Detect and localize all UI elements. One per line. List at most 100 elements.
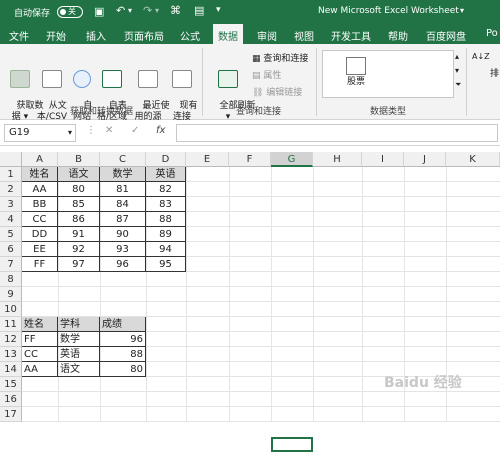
table1-header-cell[interactable]: 语文 [58, 167, 100, 182]
name-box[interactable]: G19 ▾ [4, 124, 76, 142]
table2-header-cell[interactable]: 姓名 [22, 317, 58, 332]
tab-insert[interactable]: 插入 [86, 28, 106, 43]
queries-connections-button[interactable]: ▦ 查询和连接 [252, 51, 308, 64]
tab-page-layout[interactable]: 页面布局 [124, 28, 164, 43]
row-header-6[interactable]: 6 [0, 242, 22, 257]
table1-cell[interactable]: 95 [146, 257, 186, 272]
tab-view[interactable]: 视图 [294, 28, 314, 43]
row-header-7[interactable]: 7 [0, 257, 22, 272]
table1-header-cell[interactable]: 英语 [146, 167, 186, 182]
row-header-3[interactable]: 3 [0, 197, 22, 212]
format-painter-icon[interactable]: ⌘ [170, 4, 181, 17]
undo-dropdown-icon[interactable]: ▾ [128, 6, 132, 15]
table1-cell[interactable]: 84 [100, 197, 146, 212]
tab-formulas[interactable]: 公式 [180, 28, 200, 43]
row-header-1[interactable]: 1 [0, 167, 22, 182]
table1-cell[interactable]: 93 [100, 242, 146, 257]
column-header-i[interactable]: I [362, 152, 404, 167]
undo-icon[interactable]: ↶ [116, 4, 125, 17]
table2-cell[interactable]: 数学 [58, 332, 100, 347]
column-header-b[interactable]: B [58, 152, 100, 167]
table1-cell[interactable]: 85 [58, 197, 100, 212]
redo-dropdown-icon[interactable]: ▾ [155, 6, 159, 15]
table1-cell[interactable]: 88 [146, 212, 186, 227]
edit-links-button[interactable]: ⛓ 编辑链接 [252, 85, 302, 98]
active-cell-highlight[interactable] [271, 437, 313, 452]
table2-header-cell[interactable]: 学科 [58, 317, 100, 332]
tab-review[interactable]: 审阅 [257, 28, 277, 43]
table1-cell[interactable]: 91 [58, 227, 100, 242]
enter-icon[interactable]: ✓ [131, 125, 139, 136]
row-header-15[interactable]: 15 [0, 377, 22, 392]
row-header-12[interactable]: 12 [0, 332, 22, 347]
table1-cell[interactable]: AA [22, 182, 58, 197]
table2-cell[interactable]: 英语 [58, 347, 100, 362]
table1-header-cell[interactable]: 姓名 [22, 167, 58, 182]
tab-help[interactable]: 帮助 [388, 28, 408, 43]
properties-button[interactable]: ▤ 属性 [252, 68, 281, 81]
select-all-corner[interactable] [0, 152, 22, 167]
column-header-h[interactable]: H [313, 152, 362, 167]
row-header-11[interactable]: 11 [0, 317, 22, 332]
table1-cell[interactable]: 96 [100, 257, 146, 272]
row-header-10[interactable]: 10 [0, 302, 22, 317]
table2-cell[interactable]: 96 [100, 332, 146, 347]
table1-cell[interactable]: DD [22, 227, 58, 242]
sort-az-button[interactable]: A↓Z [472, 52, 490, 61]
row-header-4[interactable]: 4 [0, 212, 22, 227]
column-header-j[interactable]: J [404, 152, 446, 167]
table2-header-cell[interactable]: 成绩 [100, 317, 146, 332]
stock-button[interactable]: 股票 [339, 57, 373, 88]
table1-cell[interactable]: 90 [100, 227, 146, 242]
table1-cell[interactable]: 97 [58, 257, 100, 272]
table1-cell[interactable]: FF [22, 257, 58, 272]
tab-developer[interactable]: 开发工具 [331, 28, 371, 43]
row-header-2[interactable]: 2 [0, 182, 22, 197]
gallery-down-icon[interactable]: ▾ [455, 66, 459, 75]
cancel-icon[interactable]: ✕ [105, 125, 113, 136]
print-preview-icon[interactable]: ▤ [194, 4, 204, 17]
row-header-8[interactable]: 8 [0, 272, 22, 287]
title-dropdown-icon[interactable]: ▾ [460, 6, 464, 15]
table1-cell[interactable]: BB [22, 197, 58, 212]
customize-dropdown-icon[interactable]: ▾ [216, 5, 221, 15]
table2-cell[interactable]: AA [22, 362, 58, 377]
gallery-more-icon[interactable]: ⏷ [455, 80, 461, 90]
row-header-9[interactable]: 9 [0, 287, 22, 302]
table1-cell[interactable]: 86 [58, 212, 100, 227]
table1-cell[interactable]: EE [22, 242, 58, 257]
row-header-16[interactable]: 16 [0, 392, 22, 407]
tab-data[interactable]: 数据 [213, 24, 243, 44]
table1-cell[interactable]: 80 [58, 182, 100, 197]
table1-cell[interactable]: 92 [58, 242, 100, 257]
save-icon[interactable]: ▣ [94, 5, 104, 18]
table1-cell[interactable]: 89 [146, 227, 186, 242]
autosave-toggle[interactable]: 关 [57, 6, 83, 18]
row-header-13[interactable]: 13 [0, 347, 22, 362]
table2-cell[interactable]: 80 [100, 362, 146, 377]
column-header-f[interactable]: F [229, 152, 271, 167]
table2-cell[interactable]: CC [22, 347, 58, 362]
row-header-17[interactable]: 17 [0, 407, 22, 422]
sort-button[interactable]: 排 [490, 66, 499, 79]
column-header-k[interactable]: K [446, 152, 500, 167]
column-header-e[interactable]: E [186, 152, 229, 167]
table2-cell[interactable]: 语文 [58, 362, 100, 377]
tab-power[interactable]: Po [486, 28, 498, 39]
table1-cell[interactable]: CC [22, 212, 58, 227]
table1-cell[interactable]: 81 [100, 182, 146, 197]
column-header-g[interactable]: G [271, 152, 313, 167]
insert-function-icon[interactable]: fx [156, 125, 165, 136]
table1-cell[interactable]: 94 [146, 242, 186, 257]
table1-header-cell[interactable]: 数学 [100, 167, 146, 182]
formula-input[interactable] [176, 124, 498, 142]
gallery-up-icon[interactable]: ▴ [455, 52, 459, 61]
table1-cell[interactable]: 87 [100, 212, 146, 227]
row-header-5[interactable]: 5 [0, 227, 22, 242]
name-box-dropdown-icon[interactable]: ▾ [68, 128, 72, 137]
row-header-14[interactable]: 14 [0, 362, 22, 377]
column-header-c[interactable]: C [100, 152, 146, 167]
tab-baidu-netdisk[interactable]: 百度网盘 [426, 28, 466, 43]
tab-file[interactable]: 文件 [9, 28, 29, 43]
table1-cell[interactable]: 82 [146, 182, 186, 197]
